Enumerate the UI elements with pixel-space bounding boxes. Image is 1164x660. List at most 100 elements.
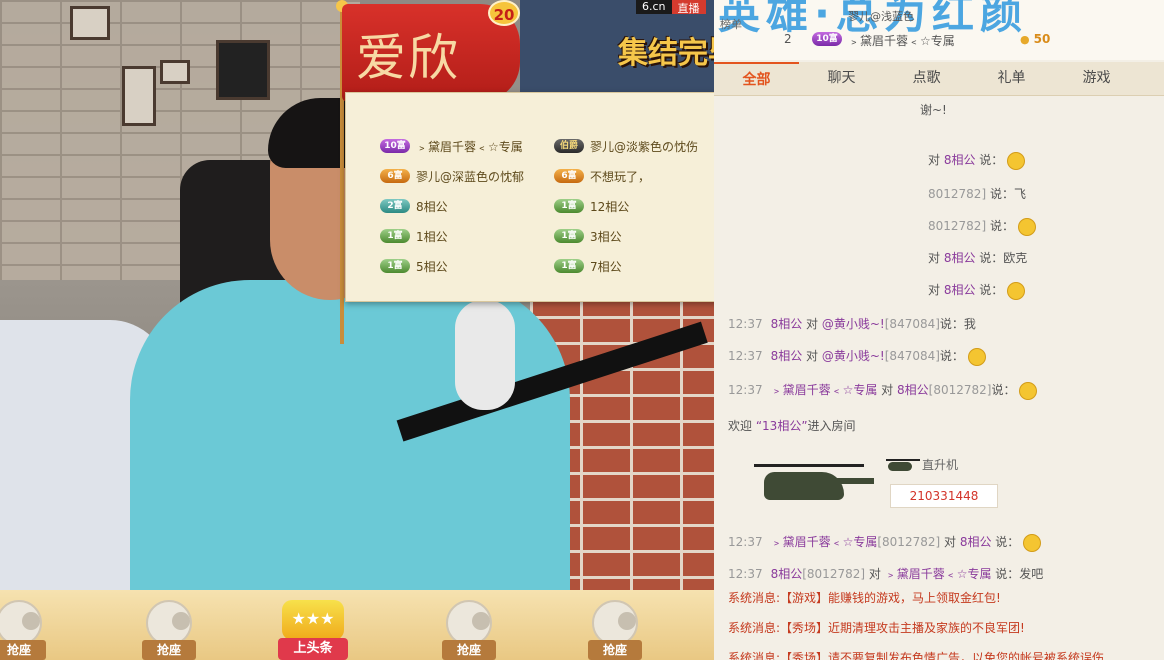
welcome-name[interactable]: “13相公”: [756, 419, 808, 433]
wealth-badge: 1富: [554, 229, 584, 243]
chat-target[interactable]: 8相公: [960, 535, 992, 549]
headline-button[interactable]: 上头条: [278, 638, 348, 660]
chat-uid: [847084]: [884, 317, 940, 331]
fuselage: [764, 472, 844, 500]
chat-time: 12:37: [728, 317, 763, 331]
clapperboard: [216, 40, 270, 100]
tab-3[interactable]: 点歌: [884, 62, 969, 95]
grab-seat-button[interactable]: 抢座: [0, 640, 46, 660]
emoji-icon: [967, 347, 986, 366]
fan-item[interactable]: 1富 5相公: [380, 255, 554, 277]
chat-uid: [8012782]: [877, 535, 941, 549]
chat-sender[interactable]: 8相公: [771, 317, 803, 331]
fan-name[interactable]: 翏儿@深蓝色の忱郁: [416, 168, 524, 185]
seat-slot[interactable]: 抢座: [136, 600, 202, 660]
chat-says: 说：我: [939, 317, 976, 331]
fan-name[interactable]: 3相公: [590, 228, 622, 245]
chat-uid: [8012782]: [802, 567, 866, 581]
avatar-icon: [22, 612, 40, 630]
grab-seat-button[interactable]: 抢座: [442, 640, 496, 660]
rotor: [754, 464, 864, 467]
fuselage: [888, 462, 912, 471]
welcome-suffix: 进入房间: [807, 419, 856, 433]
chat-target[interactable]: @黄小贱~!: [822, 349, 885, 363]
gift-name: 直升机: [922, 458, 959, 472]
seat-slot[interactable]: 抢座: [436, 600, 502, 660]
fan-name[interactable]: 1相公: [416, 228, 448, 245]
headline-slot[interactable]: ★★★ 上头条: [278, 600, 348, 660]
tab-5[interactable]: 游戏: [1054, 62, 1139, 95]
chat-target[interactable]: 8相公: [944, 283, 976, 297]
system-label: 系统消息:: [728, 651, 781, 660]
fan-item[interactable]: 1富 1相公: [380, 225, 554, 247]
seat-slot[interactable]: 抢座: [582, 600, 648, 660]
fan-item[interactable]: 6富 翏儿@深蓝色の忱郁: [380, 165, 554, 187]
chat-sender[interactable]: ﹥黛眉千蓉﹤☆专属: [771, 383, 878, 397]
chat-message: 12:37 8相公 对 @黄小贱~![847084]说：: [728, 346, 986, 366]
fan-item[interactable]: 1富 7相公: [554, 255, 728, 277]
seat-slot[interactable]: 抢座: [0, 600, 52, 660]
emoji-icon: [1007, 151, 1026, 170]
photo-frame: [122, 66, 156, 126]
system-label: 系统消息:: [728, 621, 781, 635]
emoji-icon: [1007, 281, 1026, 300]
chat-says: 说：: [975, 153, 1004, 167]
fan-item[interactable]: 伯爵 翏儿@淡紫色の忱伤: [554, 135, 728, 157]
chat-says: 说：欧克: [975, 251, 1028, 265]
avatar-icon: [618, 612, 636, 630]
chat-says: 说：发吧: [991, 567, 1044, 581]
chat-says: 说：: [991, 383, 1016, 397]
fan-name[interactable]: 7相公: [590, 258, 622, 275]
system-label: 系统消息:: [728, 591, 781, 605]
chat-sender[interactable]: 8相公: [771, 349, 803, 363]
tab-4[interactable]: 礼单: [969, 62, 1054, 95]
chat-time: 12:37: [728, 383, 763, 397]
avatar-icon: [172, 612, 190, 630]
fan-name[interactable]: 不想玩了，: [590, 168, 650, 185]
grab-seat-button[interactable]: 抢座: [142, 640, 196, 660]
gift-amount: 210331448: [890, 484, 998, 508]
chat-target[interactable]: ﹥黛眉千蓉﹤☆专属: [885, 567, 992, 581]
wealth-badge: 6富: [554, 169, 584, 183]
fan-item[interactable]: 2富 8相公: [380, 195, 554, 217]
tab-2[interactable]: 聊天: [799, 62, 884, 95]
wealth-badge: 伯爵: [554, 139, 584, 153]
system-message: 系统消息:【秀场】请不要复制发布色情广告，以免您的帐号被系统误伤: [728, 648, 1104, 660]
fan-item[interactable]: 1富 3相公: [554, 225, 728, 247]
chat-message: 对 8相公 说：: [928, 280, 1026, 300]
fan-item[interactable]: 1富 12相公: [554, 195, 728, 217]
fan-item[interactable]: 6富 不想玩了，: [554, 165, 728, 187]
star-icon: ★★★: [282, 600, 344, 640]
fan-name[interactable]: 8相公: [416, 198, 448, 215]
rank-score: 50: [1020, 32, 1051, 46]
fan-item[interactable]: 10富 ﹥黛眉千蓉﹤☆专属: [380, 135, 554, 157]
system-message: 系统消息:【秀场】近期清理攻击主播及家族的不良军团!: [728, 618, 1025, 638]
tab-1[interactable]: 全部: [714, 62, 799, 95]
fan-name[interactable]: 12相公: [590, 198, 629, 215]
chat-target[interactable]: 8相公: [944, 153, 976, 167]
chat-target[interactable]: 8相公: [944, 251, 976, 265]
rank-row[interactable]: 榜单 翏儿@浅蓝色 2 10富 ﹥黛眉千蓉﹤☆专属 50: [714, 10, 1164, 50]
system-text: 【秀场】请不要复制发布色情广告，以免您的帐号被系统误伤: [780, 651, 1105, 660]
chat-message: 欢迎 “13相公”进入房间: [728, 416, 856, 436]
chat-target[interactable]: @黄小贱~!: [822, 317, 885, 331]
fan-name[interactable]: 翏儿@淡紫色の忱伤: [590, 138, 698, 155]
chat-sender[interactable]: 8相公: [771, 567, 803, 581]
chat-connector: 对: [928, 283, 944, 297]
wealth-badge: 1富: [554, 199, 584, 213]
fan-name[interactable]: 5相公: [416, 258, 448, 275]
grab-seat-button[interactable]: 抢座: [588, 640, 642, 660]
anchor-level-badge: 20: [488, 0, 520, 26]
chat-connector: 对: [928, 153, 944, 167]
rank-user-name[interactable]: ﹥黛眉千蓉﹤☆专属: [848, 32, 955, 49]
wealth-badge: 6富: [380, 169, 410, 183]
system-message: 系统消息:【游戏】能赚钱的游戏，马上领取金红包!: [728, 588, 1001, 608]
chat-says: 说：飞: [986, 187, 1026, 201]
emoji-icon: [1019, 381, 1038, 400]
rank-header: 英雄·总为红颜 榜单 翏儿@浅蓝色 2 10富 ﹥黛眉千蓉﹤☆专属 50: [714, 0, 1164, 60]
system-text: 【游戏】能赚钱的游戏，马上领取金红包!: [780, 591, 1001, 605]
chat-sender[interactable]: ﹥黛眉千蓉﹤☆专属: [771, 535, 878, 549]
fan-name[interactable]: ﹥黛眉千蓉﹤☆专属: [416, 138, 523, 155]
chat-message: 12:37 ﹥黛眉千蓉﹤☆专属 对 8相公[8012782]说：: [728, 380, 1038, 400]
chat-target[interactable]: 8相公: [897, 383, 929, 397]
